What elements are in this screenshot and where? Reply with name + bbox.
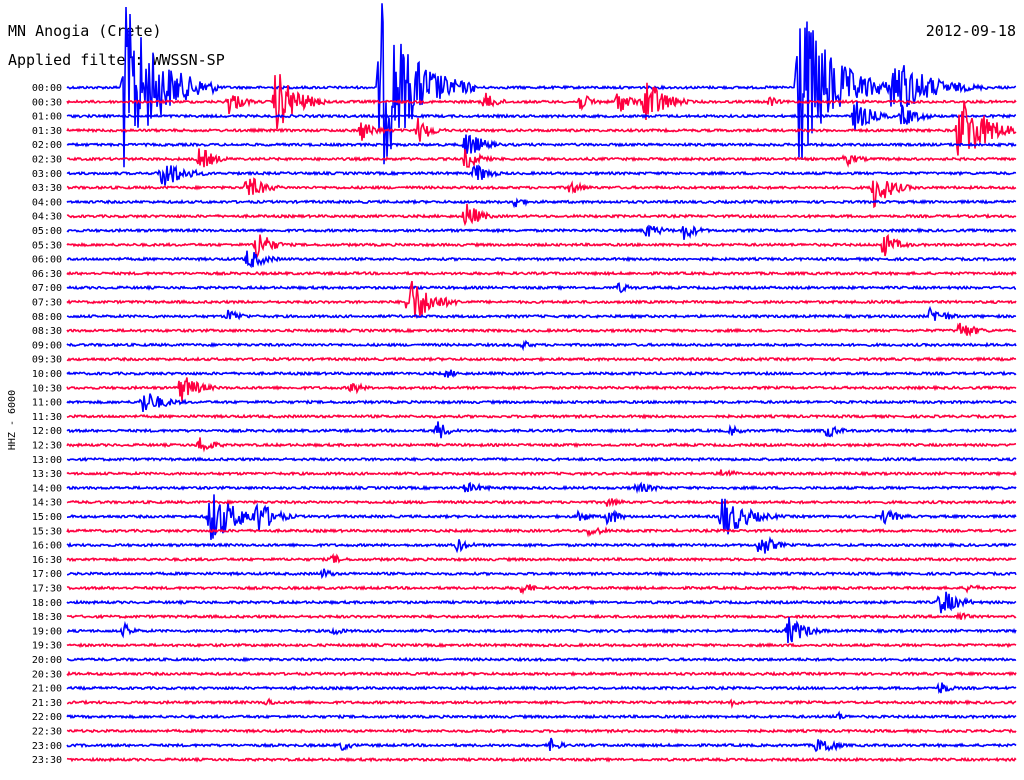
trace-line	[66, 100, 1017, 156]
station-title: MN Anogia (Crete)	[8, 22, 162, 40]
tick-label: 03:00	[32, 169, 62, 180]
trace-lines	[66, 3, 1017, 763]
trace-line	[66, 682, 1017, 694]
tick-label: 02:00	[32, 140, 62, 151]
tick-label: 23:30	[32, 755, 62, 766]
trace-line	[66, 536, 1017, 554]
filter-subtitle: Applied filter: WWSSN-SP	[8, 51, 225, 69]
tick-label: 19:30	[32, 641, 62, 652]
trace-line	[66, 642, 1017, 649]
tick-label: 12:00	[32, 426, 62, 437]
trace-line	[66, 737, 1017, 753]
tick-label: 11:00	[32, 398, 62, 409]
trace-line	[66, 282, 1017, 294]
tick-label: 01:30	[32, 126, 62, 137]
tick-label: 20:30	[32, 669, 62, 680]
tick-label: 04:30	[32, 212, 62, 223]
tick-label: 14:00	[32, 483, 62, 494]
trace-line	[66, 101, 1017, 131]
trace-line	[66, 727, 1017, 735]
tick-label: 05:30	[32, 240, 62, 251]
trace-line	[66, 305, 1017, 321]
tick-label: 22:30	[32, 727, 62, 738]
tick-label: 07:00	[32, 283, 62, 294]
trace-line	[66, 611, 1017, 621]
tick-label: 13:30	[32, 469, 62, 480]
tick-label: 21:30	[32, 698, 62, 709]
tick-label: 06:00	[32, 255, 62, 266]
tick-label: 14:30	[32, 498, 62, 509]
trace-line	[66, 339, 1017, 352]
tick-label: 10:00	[32, 369, 62, 380]
trace-line	[66, 322, 1017, 337]
date-label: 2012-09-18	[926, 22, 1016, 40]
tick-label: 00:30	[32, 97, 62, 108]
tick-label: 21:00	[32, 684, 62, 695]
tick-label: 01:00	[32, 112, 62, 123]
tick-label: 05:00	[32, 226, 62, 237]
tick-label: 19:00	[32, 626, 62, 637]
tick-label: 15:30	[32, 526, 62, 537]
trace-line	[66, 552, 1017, 564]
trace-line	[66, 584, 1017, 595]
tick-label: 00:00	[32, 83, 62, 94]
tick-label: 16:00	[32, 541, 62, 552]
tick-label: 10:30	[32, 383, 62, 394]
tick-label: 06:30	[32, 269, 62, 280]
tick-label: 07:30	[32, 298, 62, 309]
tick-label: 08:00	[32, 312, 62, 323]
trace-line	[66, 697, 1017, 709]
trace-line	[66, 356, 1017, 363]
tick-label: 17:00	[32, 569, 62, 580]
trace-line	[66, 233, 1017, 259]
trace-line	[66, 591, 1017, 614]
tick-label: 17:30	[32, 584, 62, 595]
trace-line	[66, 224, 1017, 240]
trace-line	[66, 437, 1017, 453]
y-axis-label: HHZ - 6000	[7, 390, 18, 450]
trace-line	[66, 756, 1017, 763]
trace-line	[66, 481, 1017, 494]
trace-line	[67, 568, 1017, 580]
tick-labels: 00:00 00:30 01:00 01:30 02:00 02:30 03:00 03:30…	[32, 83, 62, 766]
tick-label: 23:00	[32, 741, 62, 752]
trace-line	[66, 250, 1017, 269]
trace-line	[66, 369, 1017, 378]
tick-label: 12:30	[32, 441, 62, 452]
tick-label: 15:00	[32, 512, 62, 523]
tick-label: 16:30	[32, 555, 62, 566]
trace-line	[66, 134, 1017, 154]
tick-label: 20:00	[32, 655, 62, 666]
trace-line	[66, 270, 1017, 277]
tick-label: 22:00	[32, 712, 62, 723]
tick-label: 18:30	[32, 612, 62, 623]
seismogram-chart: MN Anogia (Crete) Applied filter: WWSSN-…	[7, 3, 1017, 766]
tick-label: 03:30	[32, 183, 62, 194]
tick-label: 18:00	[32, 598, 62, 609]
trace-line	[66, 393, 1017, 412]
trace-line	[66, 413, 1017, 420]
trace-line	[66, 148, 1017, 168]
trace-line	[66, 456, 1017, 463]
tick-label: 11:30	[32, 412, 62, 423]
tick-label: 13:00	[32, 455, 62, 466]
trace-line	[66, 526, 1017, 538]
trace-line	[66, 710, 1017, 720]
trace-line	[66, 670, 1017, 677]
tick-label: 09:30	[32, 355, 62, 366]
tick-label: 09:00	[32, 340, 62, 351]
tick-label: 04:00	[32, 197, 62, 208]
trace-line	[66, 421, 1017, 439]
trace-line	[66, 656, 1017, 663]
tick-label: 08:30	[32, 326, 62, 337]
trace-line	[66, 617, 1017, 644]
trace-line	[66, 377, 1017, 402]
tick-label: 02:30	[32, 155, 62, 166]
trace-line	[66, 3, 1017, 168]
trace-line	[66, 469, 1017, 477]
